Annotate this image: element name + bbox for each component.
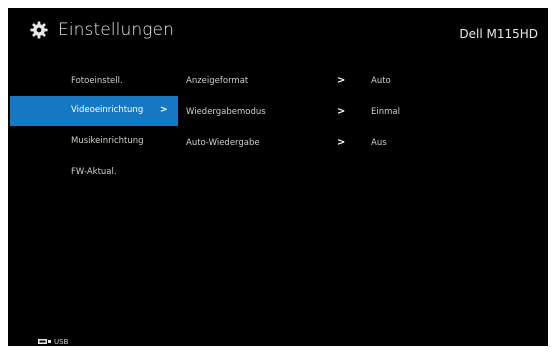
menu-item-fw-aktual[interactable]: FW-Aktual. (10, 158, 178, 188)
submenu-value: Auto (371, 76, 391, 86)
menu-item-videoeinrichtung[interactable]: Videoeinrichtung > (10, 96, 178, 126)
menu-item-label: Videoeinrichtung (71, 105, 144, 115)
gear-icon (30, 21, 48, 39)
usb-icon (38, 339, 51, 344)
menu-item-label: FW-Aktual. (71, 167, 117, 177)
submenu-value: Einmal (371, 107, 400, 117)
chevron-right-icon: > (337, 137, 346, 148)
chevron-right-icon: > (337, 106, 346, 117)
menu-item-label: Musikeinrichtung (71, 136, 144, 146)
submenu-label: Auto-Wiedergabe (186, 138, 260, 148)
chevron-right-icon: > (337, 75, 346, 86)
page-title: Einstellungen (58, 20, 174, 40)
settings-screen: Einstellungen Dell M115HD Fotoeinstell. … (8, 8, 548, 346)
submenu-label: Wiedergabemodus (186, 107, 266, 117)
submenu-value: Aus (371, 138, 387, 148)
device-model: Dell M115HD (459, 27, 538, 41)
submenu-row-anzeigeformat[interactable]: Anzeigeformat > Auto (186, 67, 546, 97)
source-label: USB (54, 338, 69, 346)
submenu-row-wiedergabemodus[interactable]: Wiedergabemodus > Einmal (186, 98, 546, 128)
menu-item-label: Fotoeinstell. (71, 76, 123, 86)
menu-item-musikeinrichtung[interactable]: Musikeinrichtung (10, 127, 178, 157)
submenu-label: Anzeigeformat (186, 76, 249, 86)
submenu-row-auto-wiedergabe[interactable]: Auto-Wiedergabe > Aus (186, 129, 546, 159)
menu-item-fotoeinstell[interactable]: Fotoeinstell. (10, 67, 178, 97)
chevron-right-icon: > (160, 105, 168, 115)
